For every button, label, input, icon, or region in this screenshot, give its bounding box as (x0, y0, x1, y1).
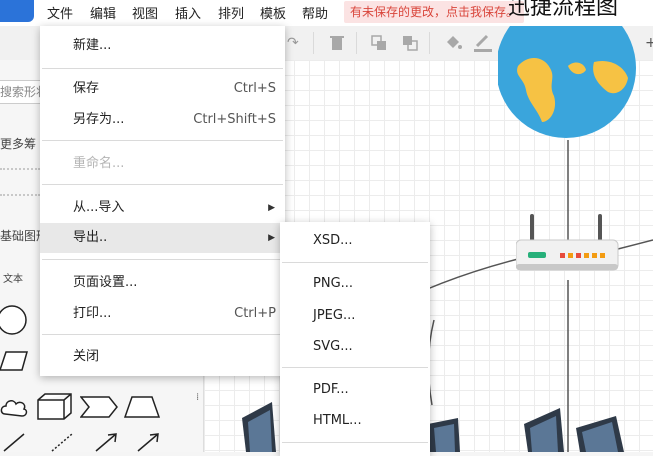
export-xsd-label: XSD... (313, 233, 353, 248)
menu-save-as-label: 另存为... (73, 112, 125, 127)
more-shapes-link[interactable]: 更多筹 (0, 135, 36, 152)
export-submenu: XSD... PNG... JPEG... SVG... PDF... HTML… (280, 222, 430, 456)
search-shapes-input[interactable]: 搜索形状 (0, 80, 41, 104)
delete-icon[interactable] (330, 35, 344, 51)
menu-save[interactable]: 保存 Ctrl+S (40, 74, 285, 104)
menu-separator (42, 259, 283, 260)
menu-view[interactable]: 视图 (132, 3, 158, 22)
app-logo[interactable] (0, 0, 34, 22)
line-color-icon[interactable] (473, 34, 493, 52)
to-back-icon[interactable] (402, 35, 418, 51)
fill-color-icon[interactable] (444, 34, 462, 52)
cube-shape[interactable] (37, 393, 73, 421)
menu-page-setup[interactable]: 页面设置... (40, 268, 285, 298)
menu-save-label: 保存 (73, 81, 100, 96)
menu-separator (42, 140, 283, 141)
export-png-label: PNG... (313, 276, 354, 291)
menu-separator (42, 334, 283, 335)
globe-icon[interactable] (498, 26, 638, 140)
submenu-arrow-icon: ▶ (268, 233, 275, 243)
text-shape[interactable]: 文本 (3, 270, 23, 285)
cloud-shape[interactable] (0, 396, 28, 420)
dotted-separator (0, 168, 40, 170)
line-shape[interactable] (0, 432, 28, 452)
unsaved-changes-notice[interactable]: 有未保存的更改，点击我保存。 (344, 1, 525, 23)
menu-edit[interactable]: 编辑 (90, 3, 116, 22)
menu-export[interactable]: 导出.. ▶ (40, 223, 285, 253)
search-placeholder: 搜索形状 (0, 85, 40, 99)
export-xsd[interactable]: XSD... (280, 226, 430, 256)
menu-separator (282, 262, 428, 263)
step-shape[interactable] (80, 396, 118, 418)
toolbar-divider (356, 32, 357, 54)
dotted-separator (0, 194, 40, 196)
menu-rename-label: 重命名... (73, 156, 125, 171)
menu-page-setup-label: 页面设置... (73, 275, 138, 290)
redo-icon[interactable]: ↷ (287, 35, 299, 51)
menu-close-label: 关闭 (73, 349, 100, 364)
menu-rename: 重命名... (40, 149, 285, 179)
to-front-icon[interactable] (371, 35, 387, 51)
computer-icon[interactable] (520, 408, 626, 452)
add-icon[interactable]: + (645, 35, 653, 51)
parallelogram-shape[interactable] (0, 350, 28, 372)
menu-close[interactable]: 关闭 (40, 342, 285, 372)
menu-new-label: 新建... (73, 38, 112, 53)
computer-icon[interactable] (424, 418, 464, 452)
menu-template[interactable]: 模板 (260, 3, 286, 22)
export-pdf[interactable]: PDF... (280, 375, 430, 405)
menu-separator (282, 442, 428, 443)
submenu-arrow-icon: ▶ (268, 203, 275, 213)
computer-icon[interactable] (232, 398, 282, 452)
export-jpeg[interactable]: JPEG... (280, 301, 430, 331)
export-pdf-label: PDF... (313, 382, 349, 397)
menu-import-from[interactable]: 从...导入 ▶ (40, 193, 285, 223)
menu-separator (42, 68, 283, 69)
dashed-line-shape[interactable] (48, 432, 76, 452)
document-title[interactable]: 迅捷流程图 (508, 0, 618, 21)
circle-shape[interactable] (0, 300, 28, 340)
export-jpeg-label: JPEG... (313, 308, 356, 323)
export-html[interactable]: HTML... (280, 406, 430, 436)
menu-arrange[interactable]: 排列 (218, 3, 244, 22)
shortcut-label: Ctrl+P (234, 306, 276, 321)
export-svg[interactable]: SVG... (280, 332, 430, 362)
trapezoid-shape[interactable] (124, 396, 160, 418)
menu-import-label: 从...导入 (73, 200, 125, 215)
menu-separator (42, 184, 283, 185)
panel-resize-handle[interactable]: ⁞ (196, 392, 199, 403)
export-svg-label: SVG... (313, 339, 353, 354)
arrow-shape[interactable] (92, 432, 120, 452)
menu-print-label: 打印... (73, 306, 112, 321)
menu-save-as[interactable]: 另存为... Ctrl+Shift+S (40, 105, 285, 135)
router-icon[interactable] (516, 212, 620, 274)
toolbar-divider (313, 32, 314, 54)
export-png[interactable]: PNG... (280, 269, 430, 299)
menu-help[interactable]: 帮助 (302, 3, 328, 22)
menu-file[interactable]: 文件 (47, 3, 73, 22)
bidirectional-arrow-shape[interactable] (134, 432, 162, 452)
menu-insert[interactable]: 插入 (175, 3, 201, 22)
file-menu: 新建... 保存 Ctrl+S 另存为... Ctrl+Shift+S 重命名...… (40, 26, 285, 376)
menu-new[interactable]: 新建... (40, 31, 285, 61)
menu-separator (282, 367, 428, 368)
toolbar-divider (429, 32, 430, 54)
menu-export-label: 导出.. (73, 230, 108, 245)
shortcut-label: Ctrl+S (233, 81, 276, 96)
menu-print[interactable]: 打印... Ctrl+P (40, 299, 285, 329)
shortcut-label: Ctrl+Shift+S (193, 112, 276, 127)
export-html-label: HTML... (313, 413, 362, 428)
